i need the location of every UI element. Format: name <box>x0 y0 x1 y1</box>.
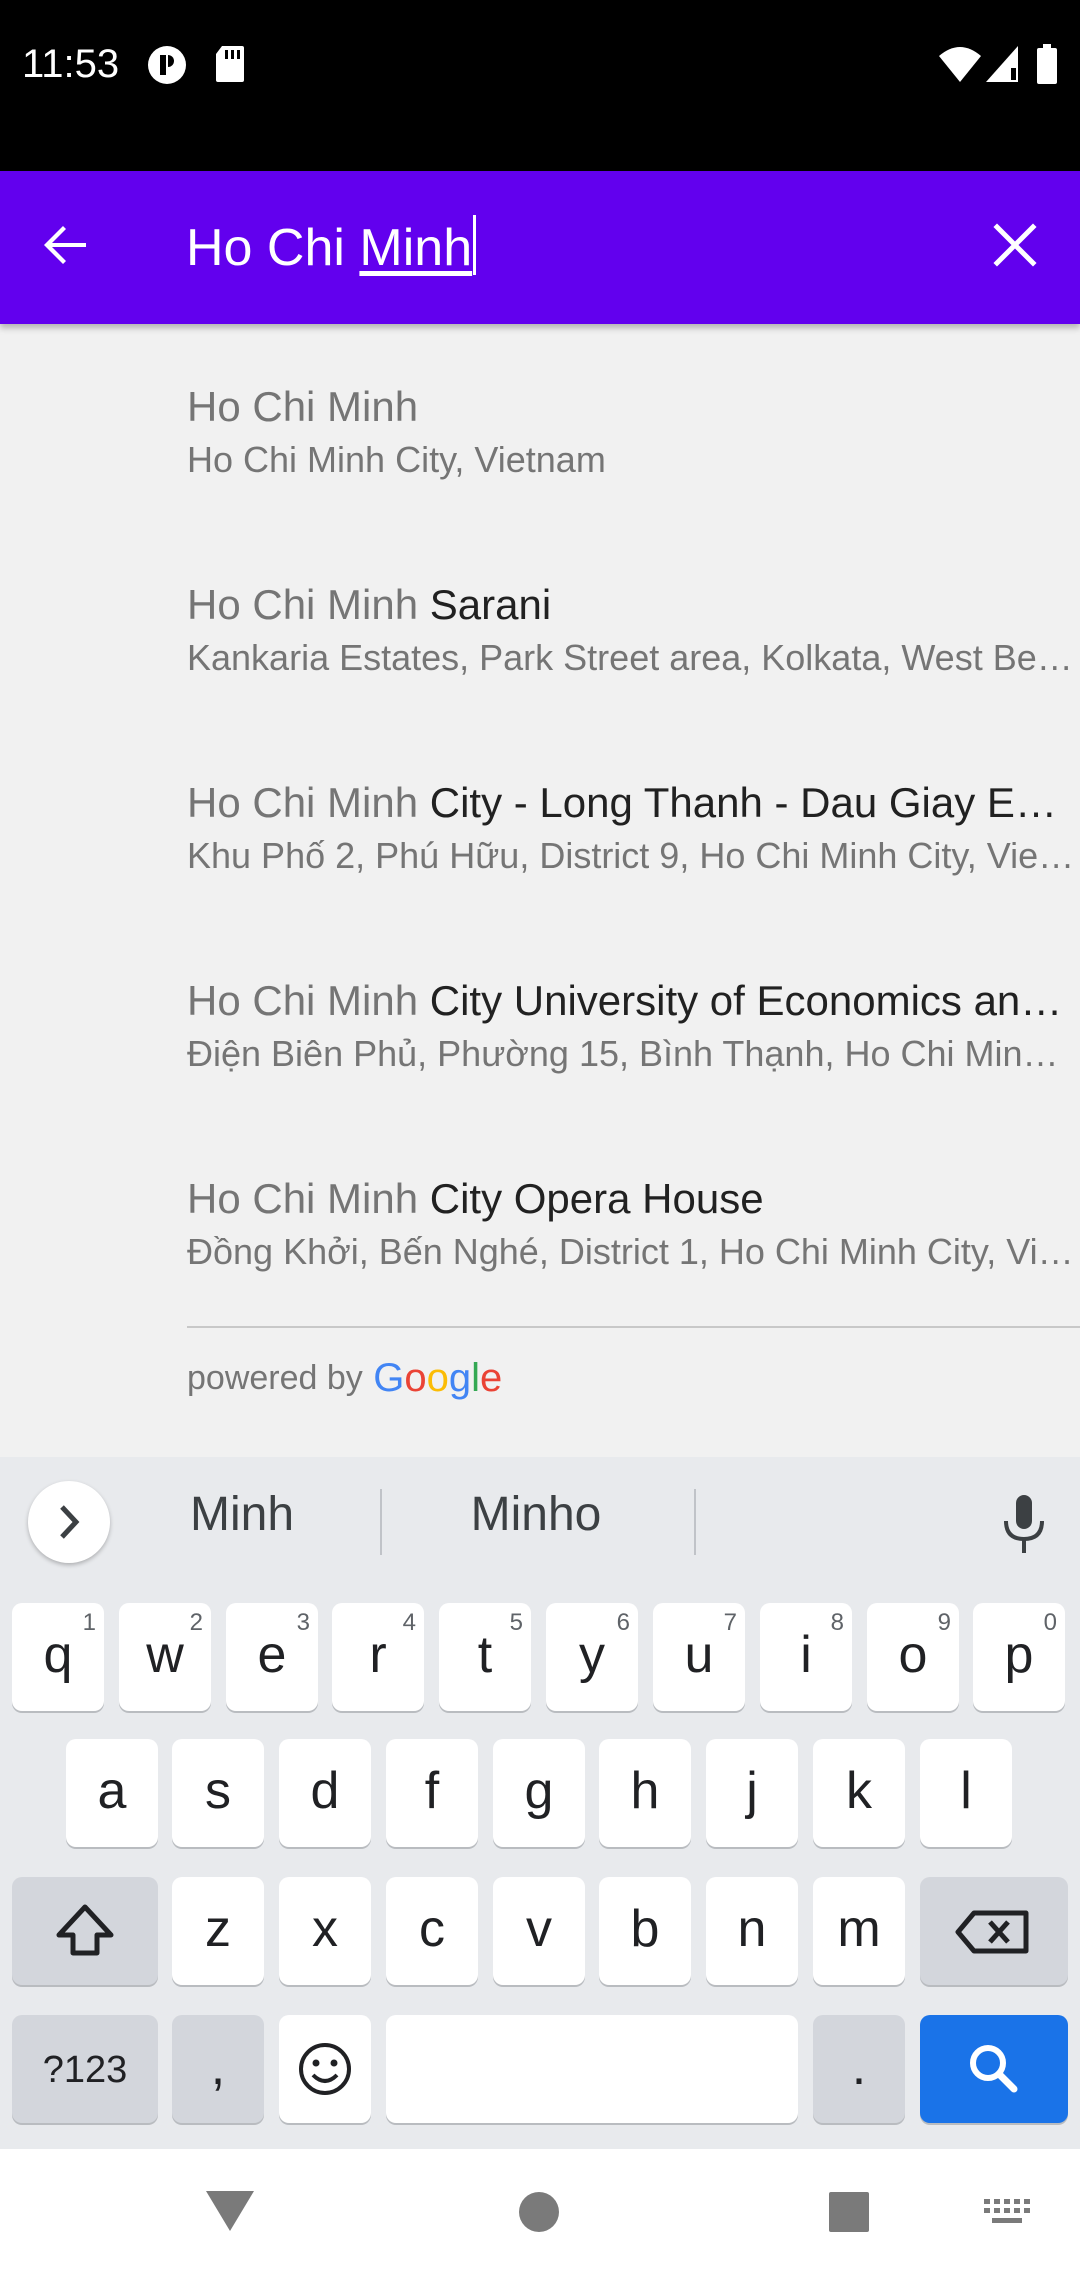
space-key[interactable] <box>386 2015 798 2123</box>
chevron-right-icon <box>60 1505 80 1539</box>
keyboard-suggestion-strip: Minh Minho <box>0 1457 1080 1585</box>
query-composing-word: Minh <box>359 219 473 277</box>
word-suggestion[interactable]: Minho <box>414 1487 658 1542</box>
search-app-bar: Ho Chi Minh <box>0 171 1080 324</box>
period-key[interactable]: . <box>813 2015 905 2123</box>
suggestion-title: Ho Chi Minh City Opera House <box>187 1175 764 1222</box>
microphone-icon <box>1004 1495 1044 1553</box>
suggestion-item[interactable]: Ho Chi Minh City Opera House Đồng Khởi, … <box>0 1116 1080 1314</box>
key-h[interactable]: h <box>599 1739 691 1847</box>
key-l[interactable]: l <box>920 1739 1012 1847</box>
search-key[interactable] <box>920 2015 1068 2123</box>
powered-by-google: powered by Google <box>187 1356 502 1416</box>
suggestion-address: Đồng Khởi, Bến Nghé, District 1, Ho Chi … <box>187 1231 1077 1272</box>
key-t[interactable]: t5 <box>439 1603 531 1711</box>
nav-recents-icon[interactable] <box>828 2191 870 2238</box>
key-u[interactable]: u7 <box>653 1603 745 1711</box>
key-k[interactable]: k <box>813 1739 905 1847</box>
key-e[interactable]: e3 <box>226 1603 318 1711</box>
key-s[interactable]: s <box>172 1739 264 1847</box>
key-b[interactable]: b <box>599 1877 691 1985</box>
notification-app-icon <box>146 44 188 91</box>
emoji-key[interactable] <box>279 2015 371 2123</box>
suggestion-item[interactable]: Ho Chi Minh City - Long Thanh - Dau Giay… <box>0 720 1080 918</box>
suggestion-address: Điện Biên Phủ, Phường 15, Bình Thạnh, Ho… <box>187 1033 1077 1074</box>
suggestion-title: Ho Chi Minh Sarani <box>187 581 552 628</box>
cell-signal-icon <box>984 44 1020 89</box>
suggestion-address: Ho Chi Minh City, Vietnam <box>187 439 606 480</box>
suggestion-item[interactable]: Ho Chi Minh Sarani Kankaria Estates, Par… <box>0 522 1080 720</box>
key-d[interactable]: d <box>279 1739 371 1847</box>
voice-input-button[interactable] <box>996 1493 1052 1555</box>
emoji-icon <box>299 2043 351 2095</box>
key-c[interactable]: c <box>386 1877 478 1985</box>
text-cursor <box>473 215 477 275</box>
comma-key[interactable]: , <box>172 2015 264 2123</box>
sd-card-icon <box>214 44 246 89</box>
google-logo: Google <box>373 1356 503 1400</box>
suggestion-item[interactable]: Ho Chi Minh Ho Chi Minh City, Vietnam <box>0 324 1080 522</box>
search-icon <box>970 2045 1018 2093</box>
key-w[interactable]: w2 <box>119 1603 211 1711</box>
key-j[interactable]: j <box>706 1739 798 1847</box>
key-y[interactable]: y6 <box>546 1603 638 1711</box>
key-n[interactable]: n <box>706 1877 798 1985</box>
key-g[interactable]: g <box>493 1739 585 1847</box>
key-x[interactable]: x <box>279 1877 371 1985</box>
key-f[interactable]: f <box>386 1739 478 1847</box>
suggestion-title: Ho Chi Minh <box>187 383 419 430</box>
navigation-bar <box>0 2149 1080 2280</box>
status-bar: 11:53 <box>0 0 1080 171</box>
suggestion-address: Kankaria Estates, Park Street area, Kolk… <box>187 637 1077 678</box>
battery-icon <box>1036 44 1058 89</box>
backspace-icon <box>955 1910 1029 1954</box>
close-icon <box>993 223 1037 267</box>
keyboard-expand-button[interactable] <box>28 1481 110 1563</box>
query-text: Ho Chi <box>186 219 360 277</box>
backspace-key[interactable] <box>920 1877 1068 1985</box>
nav-back-icon[interactable] <box>204 2189 256 2238</box>
suggestion-title: Ho Chi Minh City - Long Thanh - Dau Giay… <box>187 779 1077 826</box>
key-r[interactable]: r4 <box>332 1603 424 1711</box>
shift-icon <box>56 1904 114 1956</box>
shift-key[interactable] <box>12 1877 158 1985</box>
status-time: 11:53 <box>22 42 120 86</box>
key-q[interactable]: q1 <box>12 1603 104 1711</box>
clear-button[interactable] <box>985 215 1045 275</box>
key-p[interactable]: p0 <box>973 1603 1065 1711</box>
strip-divider <box>380 1489 382 1555</box>
word-suggestion[interactable]: Minh <box>140 1487 344 1542</box>
search-input[interactable]: Ho Chi Minh <box>186 215 477 281</box>
key-i[interactable]: i8 <box>760 1603 852 1711</box>
key-a[interactable]: a <box>66 1739 158 1847</box>
suggestion-item[interactable]: Ho Chi Minh City University of Economics… <box>0 918 1080 1116</box>
key-m[interactable]: m <box>813 1877 905 1985</box>
key-z[interactable]: z <box>172 1877 264 1985</box>
nav-home-icon[interactable] <box>518 2191 560 2238</box>
keyboard-switch-icon[interactable] <box>984 2199 1030 2232</box>
strip-divider <box>694 1489 696 1555</box>
key-o[interactable]: o9 <box>867 1603 959 1711</box>
back-button[interactable] <box>36 215 96 275</box>
suggestion-title: Ho Chi Minh City University of Economics… <box>187 977 1077 1024</box>
soft-keyboard: Minh Minho q1 w2 e3 r4 t5 y6 u7 i8 o9 p0… <box>0 1457 1080 2149</box>
suggestion-address: Khu Phố 2, Phú Hữu, District 9, Ho Chi M… <box>187 835 1077 876</box>
attribution-divider <box>187 1326 1080 1328</box>
powered-by-label: powered by <box>187 1359 363 1397</box>
wifi-icon <box>938 44 982 89</box>
arrow-left-icon <box>44 226 86 264</box>
symbols-key[interactable]: ?123 <box>12 2015 158 2123</box>
key-v[interactable]: v <box>493 1877 585 1985</box>
